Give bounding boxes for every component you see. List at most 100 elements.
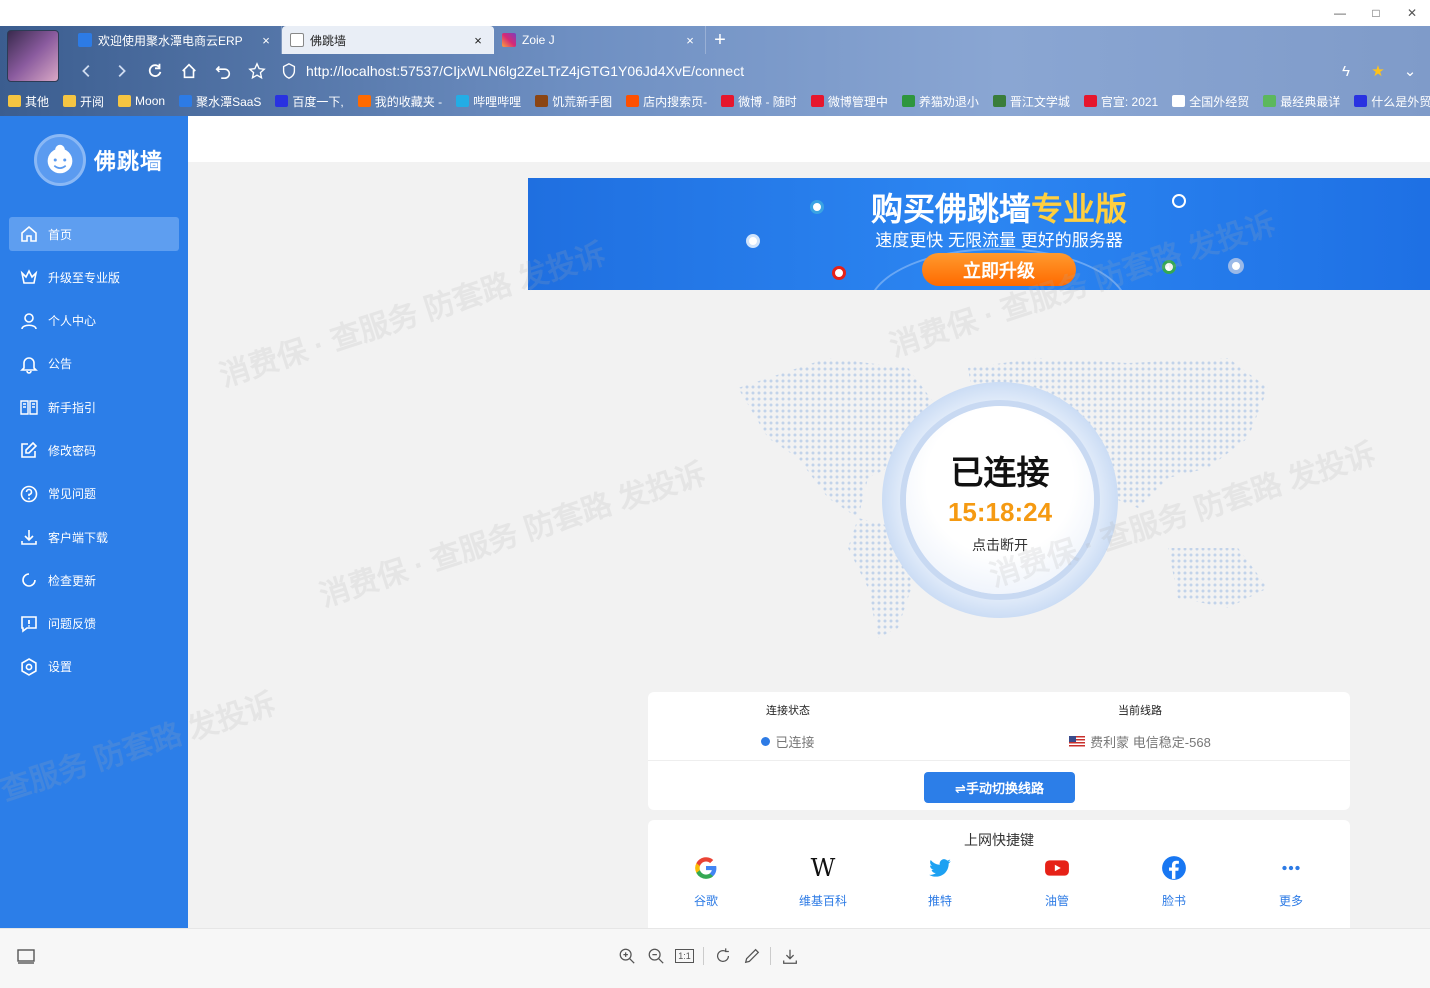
route-value: 费利蒙 电信稳定-568: [1000, 732, 1280, 751]
zoom-in-button[interactable]: [612, 943, 641, 969]
url-text: http://localhost:57537/CIjxWLN6lg2ZeLTrZ…: [306, 63, 745, 79]
more-icon: [1277, 854, 1305, 882]
shortcut-youtube[interactable]: 油管: [1017, 854, 1097, 909]
edit-button[interactable]: [737, 943, 766, 969]
erp-favicon-icon: [78, 33, 92, 47]
bookmark-favicon-icon: [1354, 95, 1368, 107]
shortcut-twitter[interactable]: 推特: [900, 854, 980, 909]
bookmark-item[interactable]: 养猫劝退小: [901, 93, 979, 110]
bookmark-favicon-icon: [901, 95, 915, 107]
bookmark-label: 店内搜索页-: [643, 94, 708, 109]
banner-google-icon: [1162, 260, 1176, 274]
bookmark-favicon-icon: [810, 95, 824, 107]
undo-button[interactable]: [206, 57, 240, 85]
shortcut-more[interactable]: 更多: [1251, 854, 1331, 909]
bookmark-item[interactable]: 微博 - 随时: [721, 93, 797, 110]
actual-size-button[interactable]: 1:1: [670, 943, 699, 969]
bookmark-item[interactable]: 哔哩哔哩: [456, 93, 521, 110]
connection-status-text[interactable]: 已连接: [906, 446, 1094, 494]
switch-route-button[interactable]: ⇌手动切换线路: [924, 772, 1075, 803]
bookmark-item[interactable]: 店内搜索页-: [626, 93, 707, 110]
bookmark-label: 哔哩哔哩: [473, 94, 522, 109]
lightning-icon[interactable]: ϟ: [1332, 58, 1360, 84]
back-button[interactable]: [70, 57, 104, 85]
sidebar-item-update[interactable]: 检查更新: [9, 563, 179, 597]
sidebar-item-feedback[interactable]: 问题反馈: [9, 607, 179, 641]
bookmark-label: 什么是外贸: [1371, 94, 1430, 109]
route-value-text: 费利蒙 电信稳定-568: [1090, 735, 1211, 750]
close-tab-icon[interactable]: ×: [471, 33, 485, 48]
bookmark-favicon-icon: [1263, 95, 1277, 107]
new-tab-button[interactable]: +: [706, 26, 734, 54]
tab-fotiaoqiang[interactable]: 佛跳墙 ×: [282, 26, 494, 54]
youtube-icon: [1043, 854, 1071, 882]
shortcut-label: 更多: [1278, 894, 1303, 908]
bookmark-item[interactable]: 全国外经贸: [1172, 93, 1249, 110]
tab-title: Zoie J: [522, 33, 555, 47]
favorite-button[interactable]: [240, 57, 274, 85]
profile-avatar[interactable]: [7, 30, 59, 82]
maximize-button[interactable]: □: [1358, 0, 1394, 26]
shortcut-wikipedia[interactable]: W 维基百科: [783, 854, 863, 909]
sidebar-item-notice[interactable]: 公告: [9, 347, 179, 381]
sidebar-item-guide[interactable]: 新手指引: [9, 390, 179, 424]
reload-button[interactable]: [138, 57, 172, 85]
bookmark-item[interactable]: 其他: [8, 93, 49, 110]
sidebar-menu: 首页 升级至专业版 个人中心 公告 新手指引 修改密码 常见问题 客户端下载 检…: [9, 217, 179, 693]
bookmark-item[interactable]: 饥荒新手图: [535, 93, 612, 110]
bookmark-item[interactable]: 最经典最详: [1263, 93, 1340, 110]
sidebar-item-download[interactable]: 客户端下载: [9, 520, 179, 554]
feedback-icon: [21, 615, 37, 633]
address-bar[interactable]: http://localhost:57537/CIjxWLN6lg2ZeLTrZ…: [280, 58, 1332, 84]
bookmark-item[interactable]: 百度一下,: [275, 93, 344, 110]
us-flag-icon: [1069, 736, 1086, 747]
sidebar-item-password[interactable]: 修改密码: [9, 433, 179, 467]
window-controls: — □ ✕: [1322, 0, 1430, 26]
wikipedia-icon: W: [810, 854, 836, 882]
star-filled-icon[interactable]: ★: [1364, 58, 1392, 84]
question-icon: [20, 485, 38, 503]
download-button[interactable]: [775, 943, 804, 969]
tab-zoie[interactable]: Zoie J ×: [494, 26, 706, 54]
home-button[interactable]: [172, 57, 206, 85]
sidebar-item-home[interactable]: 首页: [9, 217, 179, 251]
bookmark-item[interactable]: 官宣: 2021: [1083, 93, 1158, 110]
banner-title-highlight: 专业版: [1031, 191, 1128, 227]
shortcuts-title: 上网快捷键: [964, 832, 1034, 848]
bookmark-item[interactable]: Moon: [118, 94, 165, 108]
panel-toggle-icon[interactable]: [16, 947, 36, 967]
rotate-button[interactable]: [708, 943, 737, 969]
sidebar-item-faq[interactable]: 常见问题: [9, 477, 179, 511]
sidebar-item-profile[interactable]: 个人中心: [9, 304, 179, 338]
bookmark-item[interactable]: 聚水潭SaaS: [179, 93, 261, 110]
sidebar-item-label: 公告: [48, 357, 73, 372]
close-tab-icon[interactable]: ×: [683, 33, 697, 48]
shortcut-google[interactable]: 谷歌: [666, 854, 746, 909]
reload-icon: [148, 63, 162, 77]
minimize-button[interactable]: —: [1322, 0, 1358, 26]
close-button[interactable]: ✕: [1394, 0, 1430, 26]
shortcuts-card: 上网快捷键 谷歌 W 维基百科 推特 油管 脸书 更多: [648, 820, 1350, 928]
sidebar-item-label: 检查更新: [48, 573, 97, 588]
back-icon: [82, 64, 90, 78]
shortcut-facebook[interactable]: 脸书: [1134, 854, 1214, 909]
bookmark-item[interactable]: 晋江文学城: [992, 93, 1070, 110]
chevron-down-icon[interactable]: ⌄: [1396, 58, 1424, 84]
zoom-out-button[interactable]: [641, 943, 670, 969]
upgrade-now-button[interactable]: 立即升级: [922, 253, 1076, 286]
bookmark-item[interactable]: 开阅: [63, 93, 104, 110]
shortcut-label: 油管: [1044, 894, 1069, 908]
tab-erp[interactable]: 欢迎使用聚水潭电商云ERP ×: [70, 26, 282, 54]
bookmark-item[interactable]: 什么是外贸: [1354, 93, 1430, 110]
sidebar-item-upgrade[interactable]: 升级至专业版: [9, 260, 179, 294]
bookmark-item[interactable]: 我的收藏夹 -: [357, 93, 442, 110]
disconnect-hint[interactable]: 点击断开: [906, 535, 1094, 555]
status-value: 已连接: [648, 732, 928, 751]
sidebar-item-settings[interactable]: 设置: [9, 650, 179, 684]
shortcut-label: 维基百科: [798, 894, 847, 908]
shield-icon: [282, 63, 296, 79]
forward-button[interactable]: [104, 57, 138, 85]
upgrade-banner[interactable]: 购买佛跳墙专业版 速度更快 无限流量 更好的服务器 立即升级: [528, 178, 1430, 290]
close-tab-icon[interactable]: ×: [259, 33, 273, 48]
bookmark-item[interactable]: 微博管理中: [810, 93, 888, 110]
